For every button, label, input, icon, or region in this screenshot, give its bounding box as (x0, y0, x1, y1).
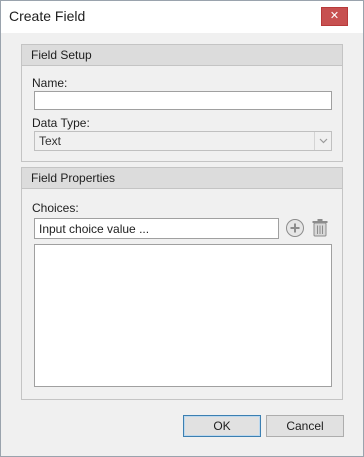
ok-button[interactable]: OK (183, 415, 261, 437)
data-type-select[interactable]: Text (34, 131, 332, 151)
trash-icon (312, 219, 328, 237)
field-properties-group: Field Properties Choices: (21, 167, 343, 400)
data-type-label: Data Type: (32, 116, 90, 130)
chevron-down-icon (314, 132, 331, 150)
delete-choice-button[interactable] (309, 217, 331, 239)
title-bar: Create Field ✕ (1, 1, 363, 33)
name-label: Name: (32, 76, 68, 90)
dialog-title: Create Field (9, 8, 86, 24)
create-field-dialog: Create Field ✕ Field Setup Name: Data Ty… (0, 0, 364, 457)
choices-list[interactable] (34, 244, 332, 387)
cancel-button[interactable]: Cancel (266, 415, 344, 437)
field-setup-group: Field Setup Name: Data Type: Text (21, 44, 343, 162)
close-icon: ✕ (329, 10, 340, 22)
data-type-value: Text (39, 134, 62, 148)
close-button[interactable]: ✕ (321, 7, 348, 26)
choices-label: Choices: (32, 201, 79, 215)
add-circle-icon (286, 219, 304, 237)
name-input[interactable] (34, 91, 332, 110)
field-properties-header: Field Properties (22, 168, 342, 189)
add-choice-button[interactable] (284, 217, 306, 239)
choice-value-input[interactable] (34, 218, 279, 239)
field-setup-header: Field Setup (22, 45, 342, 66)
